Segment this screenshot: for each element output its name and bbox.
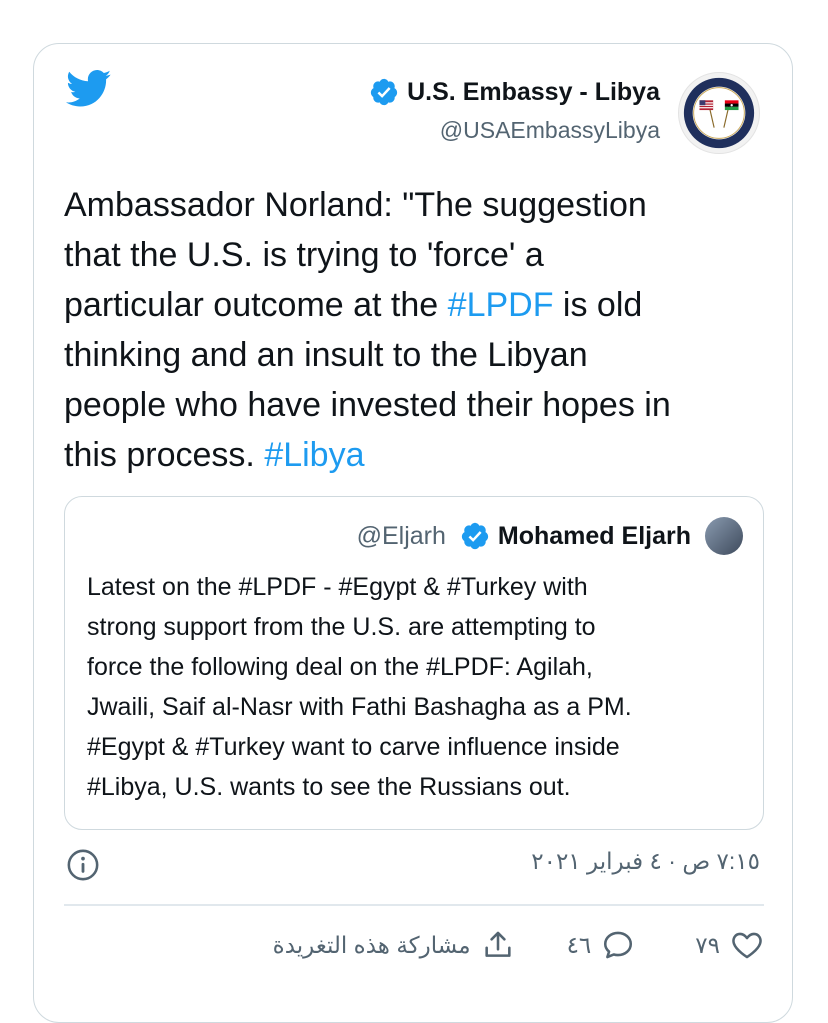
hashtag-lpdf-link[interactable]: #LPDF [448,286,554,324]
tweet-actions: ٧٩ ٤٦ مشاركة هذه التغريدة [64,920,764,970]
tweet-text-span: particular outcome at the [64,286,448,324]
author-avatar[interactable] [678,72,760,154]
tweet-line: this process. #Libya [64,430,764,480]
tweet-timestamp[interactable]: ٧:١٥ ص · ٤ فبراير ٢٠٢١ [531,848,760,875]
info-icon[interactable] [66,848,100,882]
heart-icon [732,932,762,959]
hashtag-libya-link[interactable]: #Libya [264,436,364,474]
like-count: ٧٩ [695,931,720,958]
quoted-author-name: Mohamed Eljarh [497,521,691,550]
share-icon [484,931,511,957]
quoted-tweet[interactable]: @Eljarh Mohamed Eljarh Latest on the #LP… [64,496,764,830]
divider [64,904,764,906]
tweet-line: particular outcome at the #LPDF is old [64,280,764,330]
quoted-line: Jwaili, Saif al-Nasr with Fathi Bashagha… [87,693,632,721]
reply-button[interactable]: ٤٦ [567,928,636,962]
quoted-line: #Egypt & #Turkey want to carve influence… [87,733,620,761]
tweet-line: Ambassador Norland: "The suggestion [64,186,647,224]
author-name-row[interactable]: U.S. Embassy - Libya [369,77,660,107]
verified-badge-icon [370,78,398,106]
tweet-text: Ambassador Norland: "The suggestion that… [64,180,764,480]
reply-bubble-icon [604,931,633,959]
share-label: مشاركة هذه التغريدة [272,931,471,958]
quoted-line: force the following deal on the #LPDF: A… [87,653,593,681]
quoted-author-handle: @Eljarh [356,521,446,550]
twitter-bird-icon[interactable] [66,70,112,108]
tweet-line: that the U.S. is trying to 'force' a [64,236,544,274]
tweet-line: thinking and an insult to the Libyan [64,336,588,374]
quoted-line: Latest on the #LPDF - #Egypt & #Turkey w… [87,573,588,601]
share-button[interactable]: مشاركة هذه التغريدة [273,928,515,962]
quoted-line: strong support from the U.S. are attempt… [87,613,596,641]
author-handle[interactable]: @USAEmbassyLibya [440,117,660,144]
tweet-text-span: this process. [64,436,265,474]
tweet-text-span: is old [553,286,643,324]
author-name: U.S. Embassy - Libya [407,77,660,106]
like-button[interactable]: ٧٩ [695,928,764,962]
reply-count: ٤٦ [566,931,592,958]
quoted-author-avatar [705,517,743,555]
quoted-tweet-header: @Eljarh Mohamed Eljarh [357,517,743,555]
quoted-line: #Libya, U.S. wants to see the Russians o… [87,773,571,801]
tweet-line: people who have invested their hopes in [64,386,671,424]
verified-badge-icon [461,522,489,550]
quoted-tweet-text: Latest on the #LPDF - #Egypt & #Turkey w… [87,567,747,807]
